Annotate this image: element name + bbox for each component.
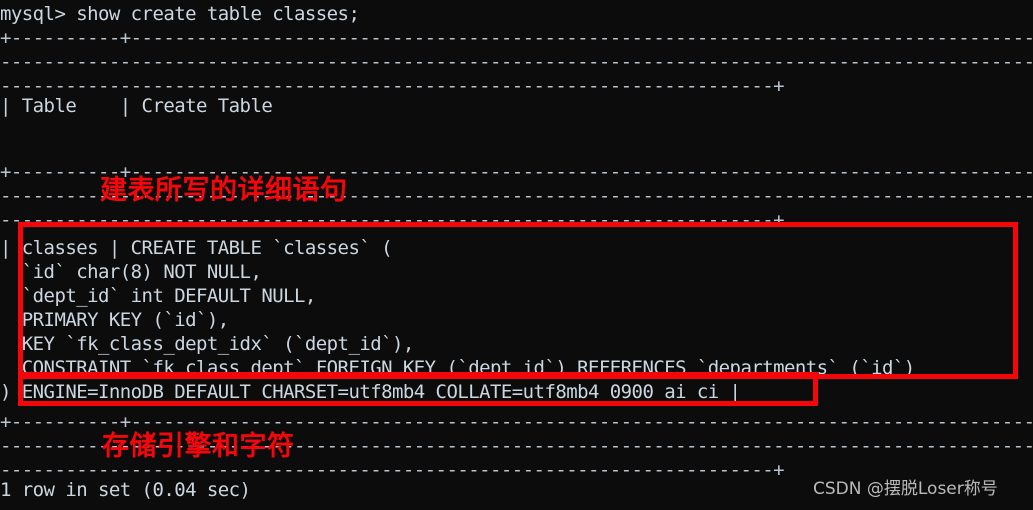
annotation-label-engine-charset: 存储引擎和字符 [102,431,295,462]
terminal-line-header-cont: | [0,138,1033,162]
terminal-line-header-row: | Table | Create Table [0,95,273,117]
terminal-line-sql-6: CONSTRAINT `fk_class_dept` FOREIGN KEY (… [0,357,915,379]
annotation-label-create-statement: 建表所写的详细语句 [100,175,348,206]
terminal-line-sql-2: `id` char(8) NOT NULL, [0,261,262,283]
terminal-line-sep-mid-c: ----------------------------------------… [0,209,785,231]
terminal-line-sql-5: KEY `fk_class_dept_idx` (`dept_id`), [0,333,415,355]
terminal-line-sql-4: PRIMARY KEY (`id`), [0,309,229,331]
terminal-line-sep-top-a: +----------+----------------------------… [0,27,1033,49]
terminal-line-sep-top-b: ----------------------------------------… [0,51,1033,73]
csdn-watermark: CSDN @摆脱Loser称号 [813,479,998,499]
terminal-line-prompt: mysql> show create table classes; [0,3,360,25]
terminal-line-sql-3: `dept_id` int DEFAULT NULL, [0,285,317,307]
terminal-line-sql-1: | classes | CREATE TABLE `classes` ( [0,237,393,259]
terminal-window: mysql> show create table classes; +------… [0,0,1033,510]
terminal-line-result: 1 row in set (0.04 sec) [0,479,251,501]
terminal-line-sql-7: ) ENGINE=InnoDB DEFAULT CHARSET=utf8mb4 … [0,381,741,403]
